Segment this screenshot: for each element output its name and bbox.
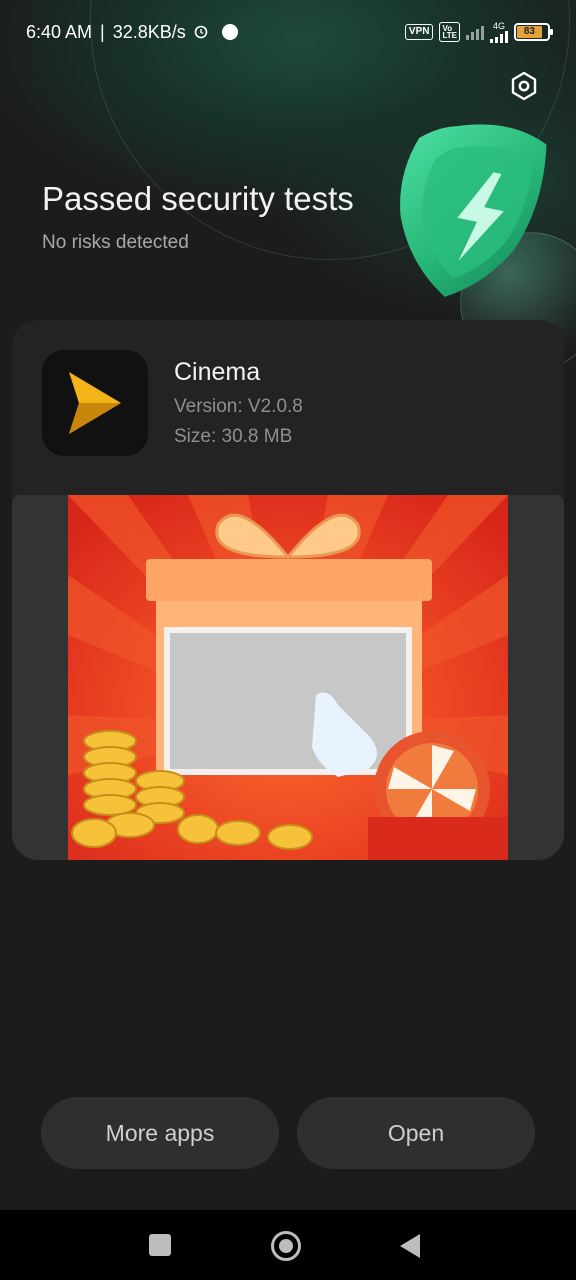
status-time: 6:40 AM	[26, 21, 93, 42]
notification-dot-icon	[221, 24, 238, 40]
page-title: Passed security tests	[42, 180, 354, 217]
volte-badge: Vo LTE	[439, 22, 460, 42]
open-button[interactable]: Open	[297, 1097, 535, 1169]
app-size: Size: 30.8 MB	[174, 426, 293, 447]
status-separator: |	[100, 21, 105, 42]
circle-home-icon[interactable]	[271, 1231, 301, 1261]
more-apps-button[interactable]: More apps	[41, 1097, 279, 1169]
app-card: Cinema Version: V2.0.8 Size: 30.8 MB	[12, 320, 564, 860]
settings-icon	[511, 71, 537, 101]
alarm-icon	[194, 25, 208, 39]
battery-level: 83	[517, 26, 542, 38]
gift-scratch-card-ad	[68, 495, 508, 860]
promo-banner[interactable]	[12, 495, 564, 860]
network-type-label: 4G	[492, 20, 505, 31]
signal-icon-1	[466, 24, 484, 40]
page-subtitle: No risks detected	[42, 232, 189, 253]
signal-icon-2: 4G	[490, 20, 508, 43]
system-navigation-bar	[0, 1210, 576, 1280]
square-recents-icon[interactable]	[149, 1234, 171, 1256]
shield-bolt-icon	[380, 112, 576, 322]
status-bar: 6:40 AM | 32.8KB/s VPN Vo LTE 4G 83	[0, 0, 576, 64]
status-network-speed: 32.8KB/s	[112, 21, 186, 42]
app-icon[interactable]	[42, 350, 148, 456]
vpn-badge: VPN	[404, 24, 434, 40]
app-version: Version: V2.0.8	[174, 396, 303, 417]
app-name: Cinema	[174, 358, 261, 386]
play-logo-icon	[69, 372, 121, 434]
battery-icon: 83	[514, 23, 553, 41]
settings-button[interactable]	[506, 68, 542, 104]
triangle-back-icon[interactable]	[400, 1234, 420, 1258]
